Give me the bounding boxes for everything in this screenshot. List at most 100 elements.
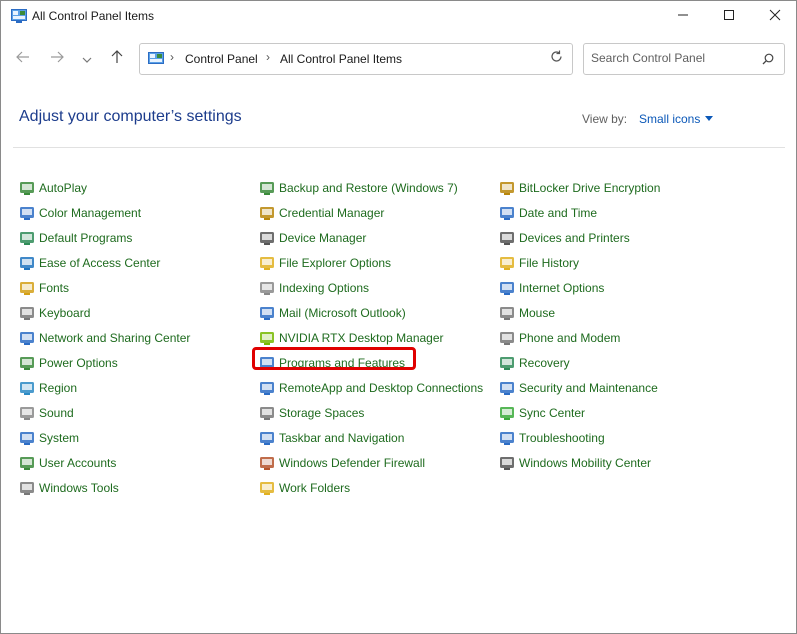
item-label[interactable]: Power Options	[39, 356, 118, 370]
items-column-1: AutoPlay Color Management Default Programs…	[19, 175, 190, 500]
item-label[interactable]: BitLocker Drive Encryption	[519, 181, 660, 195]
item-label[interactable]: RemoteApp and Desktop Connections	[279, 381, 483, 395]
item-windows-tools[interactable]: Windows Tools	[19, 475, 190, 500]
item-recovery[interactable]: Recovery	[499, 350, 660, 375]
item-file-explorer-options[interactable]: File Explorer Options	[259, 250, 483, 275]
search-input[interactable]	[591, 50, 751, 66]
item-label[interactable]: Keyboard	[39, 306, 90, 320]
item-label[interactable]: Recovery	[519, 356, 570, 370]
item-label[interactable]: Storage Spaces	[279, 406, 364, 420]
item-work-folders[interactable]: Work Folders	[259, 475, 483, 500]
item-label[interactable]: Fonts	[39, 281, 69, 295]
item-label[interactable]: Network and Sharing Center	[39, 331, 190, 345]
item-backup-and-restore-windows-7[interactable]: Backup and Restore (Windows 7)	[259, 175, 483, 200]
breadcrumb-control-panel[interactable]: Control Panel	[185, 52, 258, 66]
view-by-label: View by:	[582, 112, 628, 126]
item-label[interactable]: Windows Mobility Center	[519, 456, 651, 470]
window-title: All Control Panel Items	[32, 9, 155, 23]
item-label[interactable]: Credential Manager	[279, 206, 384, 220]
item-user-accounts[interactable]: User Accounts	[19, 450, 190, 475]
item-label[interactable]: Default Programs	[39, 231, 132, 245]
troubleshooting-icon	[499, 430, 515, 446]
item-autoplay[interactable]: AutoPlay	[19, 175, 190, 200]
title-bar[interactable]: All Control Panel Items	[1, 1, 796, 33]
item-windows-defender-firewall[interactable]: Windows Defender Firewall	[259, 450, 483, 475]
item-ease-of-access-center[interactable]: Ease of Access Center	[19, 250, 190, 275]
item-windows-mobility-center[interactable]: Windows Mobility Center	[499, 450, 660, 475]
caret-down-icon[interactable]	[705, 116, 713, 121]
item-label[interactable]: Backup and Restore (Windows 7)	[279, 181, 458, 195]
forward-button[interactable]	[43, 45, 71, 73]
item-label[interactable]: Taskbar and Navigation	[279, 431, 404, 445]
item-label[interactable]: Ease of Access Center	[39, 256, 160, 270]
item-label[interactable]: Work Folders	[279, 481, 350, 495]
item-power-options[interactable]: Power Options	[19, 350, 190, 375]
item-network-and-sharing-center[interactable]: Network and Sharing Center	[19, 325, 190, 350]
item-region[interactable]: Region	[19, 375, 190, 400]
item-storage-spaces[interactable]: Storage Spaces	[259, 400, 483, 425]
item-label[interactable]: Region	[39, 381, 77, 395]
address-bar[interactable]: › Control Panel › All Control Panel Item…	[139, 43, 573, 75]
item-bitlocker-drive-encryption[interactable]: BitLocker Drive Encryption	[499, 175, 660, 200]
item-indexing-options[interactable]: Indexing Options	[259, 275, 483, 300]
item-remoteapp-and-desktop-connections[interactable]: RemoteApp and Desktop Connections	[259, 375, 483, 400]
credential-manager-icon	[259, 205, 275, 221]
remoteapp-icon	[259, 380, 275, 396]
item-label[interactable]: AutoPlay	[39, 181, 87, 195]
item-label[interactable]: Troubleshooting	[519, 431, 605, 445]
item-sound[interactable]: Sound	[19, 400, 190, 425]
item-fonts[interactable]: Fonts	[19, 275, 190, 300]
item-label[interactable]: System	[39, 431, 79, 445]
refresh-button[interactable]	[546, 49, 566, 69]
item-keyboard[interactable]: Keyboard	[19, 300, 190, 325]
minimize-button[interactable]	[660, 1, 706, 33]
item-label[interactable]: Indexing Options	[279, 281, 369, 295]
item-security-and-maintenance[interactable]: Security and Maintenance	[499, 375, 660, 400]
item-internet-options[interactable]: Internet Options	[499, 275, 660, 300]
item-file-history[interactable]: File History	[499, 250, 660, 275]
item-label[interactable]: Mail (Microsoft Outlook)	[279, 306, 406, 320]
item-mail-microsoft-outlook[interactable]: Mail (Microsoft Outlook)	[259, 300, 483, 325]
maximize-button[interactable]	[706, 1, 752, 33]
item-label[interactable]: User Accounts	[39, 456, 116, 470]
item-taskbar-and-navigation[interactable]: Taskbar and Navigation	[259, 425, 483, 450]
search-icon[interactable]	[762, 52, 774, 70]
item-date-and-time[interactable]: Date and Time	[499, 200, 660, 225]
item-label[interactable]: Security and Maintenance	[519, 381, 658, 395]
item-label[interactable]: Windows Tools	[39, 481, 119, 495]
search-box[interactable]	[583, 43, 785, 75]
recent-locations-button[interactable]	[74, 45, 100, 73]
item-label[interactable]: Color Management	[39, 206, 141, 220]
item-mouse[interactable]: Mouse	[499, 300, 660, 325]
close-button[interactable]	[752, 1, 797, 33]
item-phone-and-modem[interactable]: Phone and Modem	[499, 325, 660, 350]
item-color-management[interactable]: Color Management	[19, 200, 190, 225]
item-label[interactable]: Date and Time	[519, 206, 597, 220]
items-column-3: BitLocker Drive Encryption Date and Time D…	[499, 175, 660, 475]
item-label[interactable]: File Explorer Options	[279, 256, 391, 270]
item-credential-manager[interactable]: Credential Manager	[259, 200, 483, 225]
taskbar-icon	[259, 430, 275, 446]
item-label[interactable]: Phone and Modem	[519, 331, 620, 345]
up-button[interactable]	[103, 45, 131, 73]
item-label[interactable]: NVIDIA RTX Desktop Manager	[279, 331, 444, 345]
item-label[interactable]: File History	[519, 256, 579, 270]
item-label[interactable]: Device Manager	[279, 231, 366, 245]
item-label[interactable]: Devices and Printers	[519, 231, 630, 245]
item-default-programs[interactable]: Default Programs	[19, 225, 190, 250]
breadcrumb-all-items[interactable]: All Control Panel Items	[280, 52, 402, 66]
item-label[interactable]: Sync Center	[519, 406, 585, 420]
item-label[interactable]: Windows Defender Firewall	[279, 456, 425, 470]
item-system[interactable]: System	[19, 425, 190, 450]
sound-icon	[19, 405, 35, 421]
item-label[interactable]: Internet Options	[519, 281, 604, 295]
item-sync-center[interactable]: Sync Center	[499, 400, 660, 425]
item-label[interactable]: Sound	[39, 406, 74, 420]
item-devices-and-printers[interactable]: Devices and Printers	[499, 225, 660, 250]
power-options-icon	[19, 355, 35, 371]
item-device-manager[interactable]: Device Manager	[259, 225, 483, 250]
item-label[interactable]: Mouse	[519, 306, 555, 320]
view-by-dropdown[interactable]: Small icons	[639, 112, 700, 126]
item-troubleshooting[interactable]: Troubleshooting	[499, 425, 660, 450]
back-button[interactable]	[9, 45, 37, 73]
